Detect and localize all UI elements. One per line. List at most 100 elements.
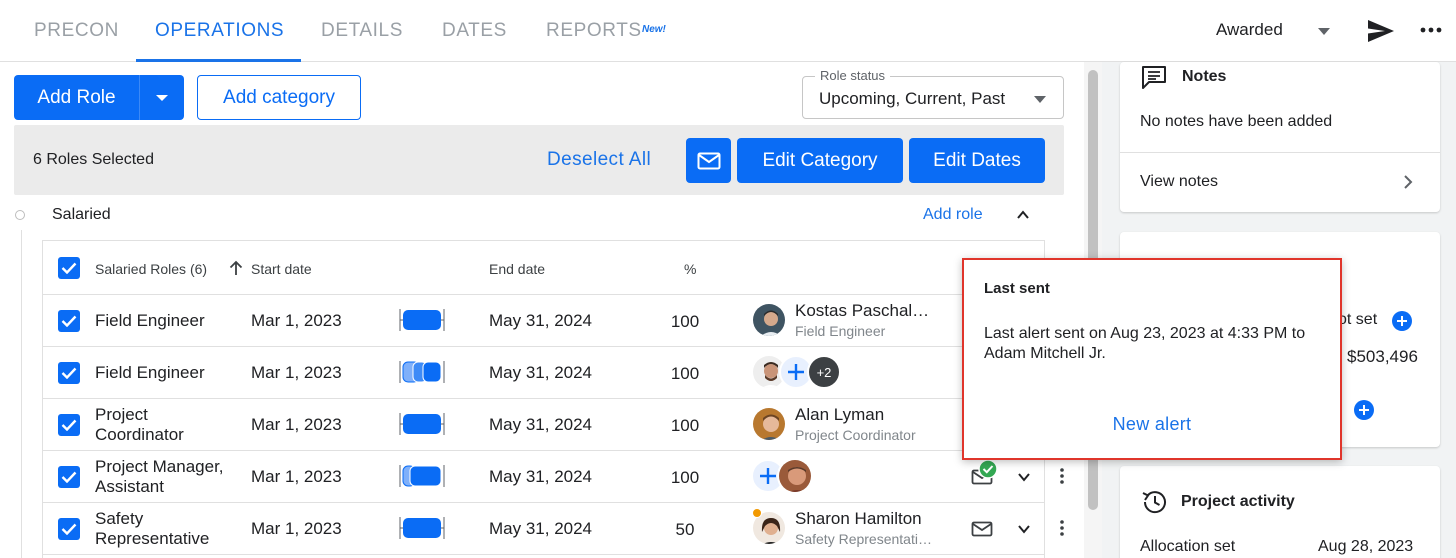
category-add-role-link[interactable]: Add role — [923, 206, 983, 224]
row-checkbox[interactable] — [58, 466, 80, 488]
top-tab-bar: PRECON OPERATIONS DETAILS DATES REPORTS … — [0, 0, 1456, 62]
select-all-checkbox[interactable] — [58, 257, 80, 279]
add-role-dropdown-button[interactable] — [139, 75, 184, 120]
assignee-name[interactable]: Sharon Hamilton — [795, 509, 922, 529]
add-circle-icon[interactable] — [1354, 400, 1374, 420]
header-roles[interactable]: Salaried Roles (6) — [95, 261, 207, 277]
comment-icon — [1142, 66, 1166, 89]
edit-category-button[interactable]: Edit Category — [737, 138, 903, 183]
check-icon — [61, 523, 77, 535]
tab-operations[interactable]: OPERATIONS — [155, 20, 284, 42]
timeline-bar — [399, 309, 445, 331]
check-icon — [61, 419, 77, 431]
table-row[interactable]: Field Engineer Mar 1, 2023 May 31, 2024 … — [43, 295, 1044, 347]
edit-dates-button[interactable]: Edit Dates — [909, 138, 1045, 183]
role-status-label: Role status — [815, 68, 891, 83]
role-name: Field Engineer — [95, 311, 205, 330]
check-icon — [61, 262, 77, 274]
add-circle-icon[interactable] — [1392, 311, 1412, 331]
new-alert-button[interactable]: New alert — [964, 414, 1340, 435]
more-vertical-icon[interactable] — [1060, 468, 1064, 484]
notes-title: Notes — [1182, 68, 1227, 85]
new-badge: New! — [642, 24, 666, 35]
tab-reports[interactable]: REPORTS — [546, 20, 642, 42]
selection-bar: 6 Roles Selected Deselect All Edit Categ… — [14, 125, 1064, 195]
allocation-percent: 50 — [675, 520, 695, 539]
more-assignees-count[interactable]: +2 — [807, 355, 841, 389]
header-percent[interactable]: % — [684, 261, 696, 277]
assignee-name[interactable]: Kostas Paschal… — [795, 301, 929, 321]
add-category-button[interactable]: Add category — [197, 75, 361, 120]
view-notes-link[interactable]: View notes — [1140, 173, 1218, 191]
chevron-right-icon[interactable] — [1402, 174, 1414, 190]
table-header: Salaried Roles (6) Start date End date % — [43, 241, 1044, 295]
avatar[interactable] — [751, 406, 787, 442]
project-activity-card: Project activity Allocation set Aug 28, … — [1120, 466, 1440, 558]
start-date: Mar 1, 2023 — [251, 311, 342, 330]
project-status-select[interactable]: Awarded — [1216, 20, 1283, 40]
table-row[interactable]: Project Coordinator Mar 1, 2023 May 31, … — [43, 399, 1044, 451]
add-role-button[interactable]: Add Role — [14, 75, 139, 120]
row-checkbox[interactable] — [58, 310, 80, 332]
start-date: Mar 1, 2023 — [251, 467, 342, 486]
popover-body: Last alert sent on Aug 23, 2023 at 4:33 … — [984, 325, 1306, 362]
role-status-select[interactable]: Role status Upcoming, Current, Past — [802, 68, 1064, 119]
check-icon — [61, 471, 77, 483]
row-checkbox[interactable] — [58, 362, 80, 384]
timeline-bar-multiple — [399, 465, 445, 487]
allocation-percent: 100 — [670, 312, 700, 331]
send-alert-button[interactable] — [686, 138, 731, 183]
roles-table: Salaried Roles (6) Start date End date %… — [42, 240, 1045, 558]
start-date: Mar 1, 2023 — [251, 415, 342, 434]
assignee-role: Project Coordinator — [795, 427, 916, 443]
row-checkbox[interactable] — [58, 414, 80, 436]
timeline-bar — [399, 413, 445, 435]
chevron-down-icon[interactable] — [1017, 470, 1031, 484]
end-date: May 31, 2024 — [489, 415, 593, 434]
budget-status-text: ot set — [1338, 311, 1378, 328]
category-indicator — [15, 210, 25, 220]
end-date: May 31, 2024 — [489, 311, 593, 330]
header-end-date[interactable]: End date — [489, 261, 545, 277]
avatar[interactable] — [751, 302, 787, 338]
more-horizontal-icon[interactable] — [1420, 26, 1442, 34]
assignee-name[interactable]: Alan Lyman — [795, 405, 884, 425]
row-checkbox[interactable] — [58, 518, 80, 540]
activity-label: Allocation set — [1140, 538, 1236, 555]
start-date: Mar 1, 2023 — [251, 363, 342, 382]
role-name: Safety Representative — [95, 509, 210, 548]
timeline-bar-multiple — [399, 361, 445, 383]
end-date: May 31, 2024 — [489, 519, 593, 538]
sort-arrow-up-icon[interactable] — [228, 260, 244, 276]
category-name: Salaried — [52, 206, 111, 223]
timeline-bar — [399, 517, 445, 539]
role-status-value: Upcoming, Current, Past — [819, 89, 1006, 108]
mail-icon[interactable] — [971, 520, 993, 538]
allocation-percent: 100 — [670, 468, 700, 487]
table-row[interactable]: Safety Representative Mar 1, 2023 May 31… — [43, 503, 1044, 555]
avatar[interactable] — [777, 458, 813, 494]
table-row[interactable]: Field Engineer Mar 1, 2023 May 31, 2024 … — [43, 347, 1044, 399]
plus-icon — [760, 468, 776, 484]
chevron-up-icon[interactable] — [1016, 208, 1030, 222]
tab-precon[interactable]: PRECON — [34, 20, 119, 42]
plus-icon — [788, 364, 804, 380]
caret-down-icon[interactable] — [1318, 28, 1330, 35]
deselect-all-button[interactable]: Deselect All — [547, 149, 651, 171]
chevron-down-icon[interactable] — [1017, 522, 1031, 536]
more-vertical-icon[interactable] — [1060, 520, 1064, 536]
allocation-percent: 100 — [670, 364, 700, 383]
tab-details[interactable]: DETAILS — [321, 20, 403, 42]
category-tree-line — [21, 230, 22, 558]
send-icon[interactable] — [1366, 18, 1396, 44]
header-start-date[interactable]: Start date — [251, 261, 312, 277]
caret-down-icon — [1034, 96, 1046, 103]
tab-dates[interactable]: DATES — [442, 20, 507, 42]
check-circle-icon — [978, 459, 998, 479]
table-row[interactable]: Project Manager, Assistant Mar 1, 2023 M… — [43, 451, 1044, 503]
budget-amount: $503,496 — [1347, 347, 1418, 366]
caret-down-icon — [156, 94, 168, 101]
notes-empty-text: No notes have been added — [1140, 113, 1333, 130]
active-tab-indicator — [136, 59, 301, 62]
role-name: Field Engineer — [95, 363, 205, 382]
